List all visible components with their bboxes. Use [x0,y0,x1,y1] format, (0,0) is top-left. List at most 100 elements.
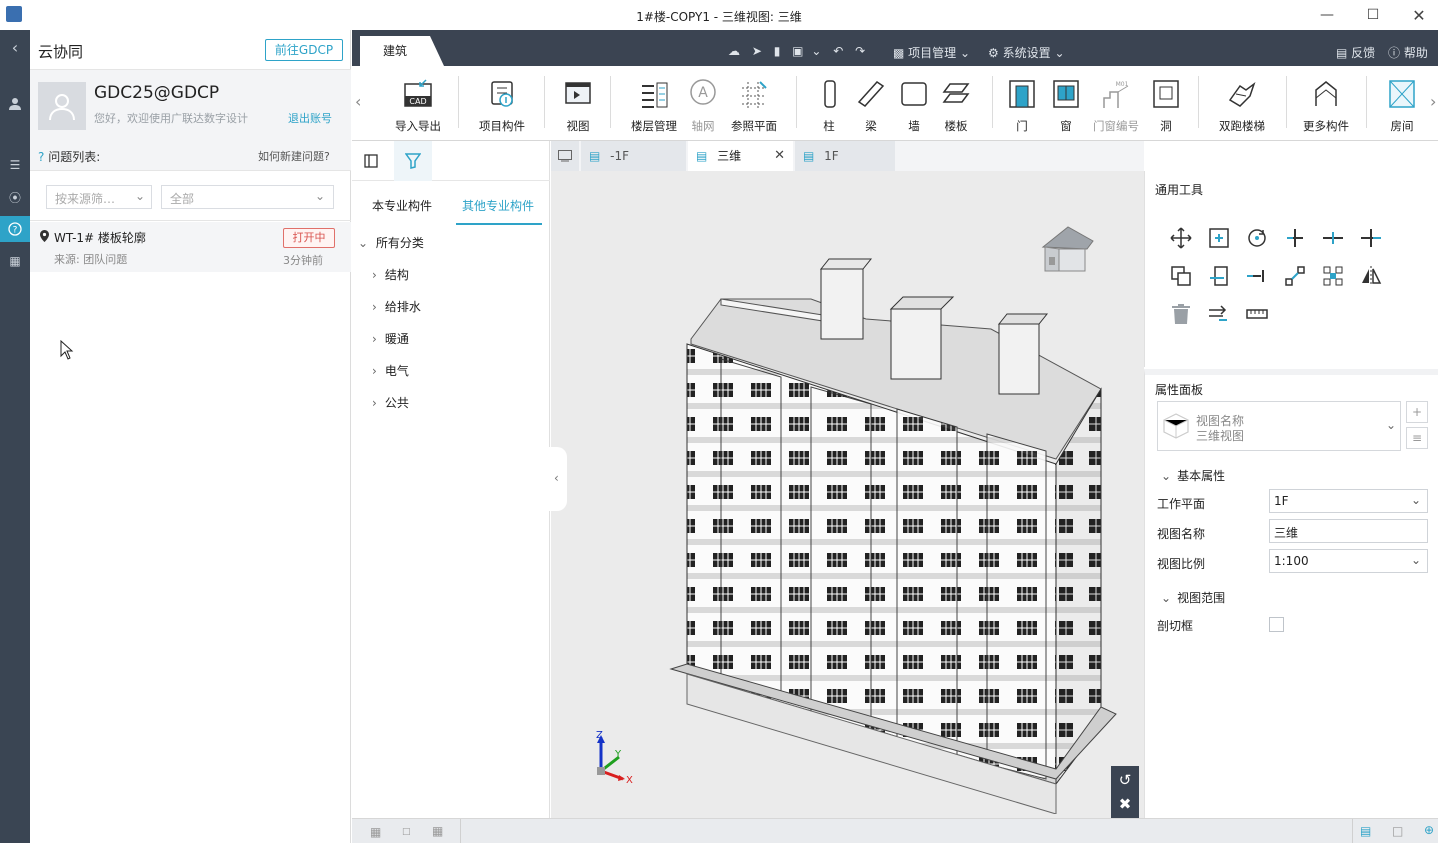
components-icon [486,78,518,110]
scale-select[interactable]: 1:100 ⌄ [1269,549,1428,573]
plan-view-icon: ▤ [803,149,815,163]
settings-menu[interactable]: ⚙ 系统设置 ⌄ [988,44,1065,61]
view-list-button[interactable] [551,141,579,171]
view-type-selector[interactable]: 视图名称 三维视图 ⌄ [1157,401,1401,451]
move-icon[interactable] [1169,226,1193,250]
source-filter-select[interactable]: 按来源筛… ⌄ [46,185,152,209]
avatar [38,82,86,130]
connect-icon[interactable] [1283,264,1307,288]
opening-button[interactable]: 洞 [1150,74,1182,136]
status-filter-select[interactable]: 全部 ⌄ [161,185,334,209]
question-icon[interactable]: ? [0,216,30,242]
chevron-down-icon: ⌄ [134,189,145,203]
3d-viewport[interactable]: ‹ Z Y X ↺ ✖ [549,171,1144,818]
close-window-button[interactable]: ✕ [1396,0,1438,30]
tree-item-common[interactable]: › 公共 [372,394,409,411]
array-icon[interactable] [1321,264,1345,288]
work-plane-select[interactable]: 1F ⌄ [1269,489,1428,513]
layout-grid-icon[interactable]: ▦ [370,825,381,839]
project-menu[interactable]: ▩ 项目管理 ⌄ [893,44,970,61]
ruler-icon[interactable] [1245,302,1269,326]
tab-other-discipline[interactable]: 其他专业构件 [462,197,534,214]
ribbon-scroll-left-icon[interactable]: ‹ [355,92,361,111]
help-link[interactable]: ⓘ 帮助 [1388,44,1428,61]
tab-architecture[interactable]: 建筑 [360,36,444,66]
how-to-new-issue-link[interactable]: 如何新建问题? [258,148,330,164]
copy-icon[interactable] [1207,226,1231,250]
double-stair-button[interactable]: 双跑楼梯 [1210,74,1274,136]
goto-gdcp-button[interactable]: 前往GDCP [265,39,343,61]
tree-item-structure[interactable]: › 结构 [372,266,409,283]
beam-button[interactable]: 梁 [855,74,887,136]
view-tab-3d[interactable]: ▤ 三维 ✕ [688,141,793,171]
zoom-icon[interactable]: ⊕ [1424,823,1434,837]
project-components-button[interactable]: 项目构件 [474,74,530,136]
tree-root[interactable]: ⌄ 所有分类 [358,234,424,251]
door-window-no-button[interactable]: M01 门窗编号 [1088,74,1144,136]
mirror-icon[interactable] [1359,264,1383,288]
floor-mgmt-button[interactable]: 楼层管理 [626,74,682,136]
tree-item-electrical[interactable]: › 电气 [372,362,409,379]
page-icon[interactable]: □ [1392,824,1403,838]
file-icon[interactable]: ▮ [774,44,781,58]
box-icon[interactable]: ▣ [792,44,803,58]
logout-link[interactable]: 退出账号 [288,110,332,126]
offset-icon[interactable] [1169,264,1193,288]
window-button[interactable]: 窗 [1050,74,1082,136]
redo-icon[interactable]: ↷ [855,44,865,58]
ribbon-scroll-right-icon[interactable]: › [1430,92,1436,111]
room-button[interactable]: 房间 [1384,74,1420,136]
wall-button[interactable]: 墙 [898,74,930,136]
close-tab-icon[interactable]: ✕ [774,141,785,171]
view-range-header[interactable]: ⌄ 视图范围 [1161,589,1225,606]
compass-icon[interactable]: ⦿ [0,184,30,210]
send-icon[interactable]: ➤ [752,44,762,58]
user-icon[interactable] [0,90,30,116]
multi-view-icon[interactable]: ▦ [432,824,443,838]
filter-button[interactable] [394,141,432,181]
measure-line-icon[interactable] [1245,264,1269,288]
maximize-button[interactable]: ☐ [1350,0,1396,30]
undo-icon[interactable]: ↶ [833,44,843,58]
minimize-button[interactable]: — [1304,0,1350,30]
apps-grid-icon[interactable]: ▦ [0,248,30,274]
chevron-down-icon[interactable]: ⌄ [811,44,821,58]
view-button[interactable]: 视图 [558,74,598,136]
view-mode-icon[interactable]: ▤ [1360,824,1371,838]
delete-icon[interactable] [1169,302,1193,326]
ref-plane-button[interactable]: 参照平面 [726,74,782,136]
tree-item-hvac[interactable]: › 暖通 [372,330,409,347]
sidebar-toggle-icon[interactable] [364,154,378,168]
import-export-button[interactable]: CAD 导入导出 [390,74,446,136]
tab-own-discipline[interactable]: 本专业构件 [372,197,432,214]
section-box-checkbox[interactable] [1269,617,1284,632]
more-components-button[interactable]: 更多构件 [1296,74,1356,136]
issue-item[interactable]: WT-1# 楼板轮廓 来源: 团队问题 打开中 3分钟前 [30,222,351,272]
wall-icon [898,78,930,110]
collapse-panel-icon[interactable]: ‹ [0,34,30,60]
list-icon[interactable]: ☰ [0,152,30,178]
small-square-icon[interactable]: □ [402,827,411,837]
add-icon[interactable]: + [1406,401,1428,423]
reset-view-icon[interactable]: ↺ [1111,768,1139,792]
view-name-input[interactable]: 三维 [1269,519,1428,543]
door-button[interactable]: 门 [1006,74,1038,136]
menu-icon[interactable]: ≡ [1406,427,1428,449]
slab-button[interactable]: 楼板 [940,74,972,136]
split-icon[interactable] [1321,226,1345,250]
feedback-link[interactable]: ▤ 反馈 [1336,44,1375,61]
align-icon[interactable] [1207,264,1231,288]
rotate-icon[interactable] [1245,226,1269,250]
grid-button[interactable]: A 轴网 [686,74,720,136]
view-tab-minus1f[interactable]: ▤ -1F [581,141,686,171]
cloud-icon[interactable]: ☁ [728,44,740,58]
close-view-icon[interactable]: ✖ [1111,792,1139,816]
view-tab-1f[interactable]: ▤ 1F [795,141,895,171]
extend-icon[interactable] [1359,226,1383,250]
collapse-side-button[interactable]: ‹ [549,447,567,511]
trim-icon[interactable] [1283,226,1307,250]
pin-move-icon[interactable] [1207,302,1231,326]
column-button[interactable]: 柱 [814,74,844,136]
tree-item-plumbing[interactable]: › 给排水 [372,298,421,315]
basic-props-header[interactable]: ⌄ 基本属性 [1161,467,1225,484]
